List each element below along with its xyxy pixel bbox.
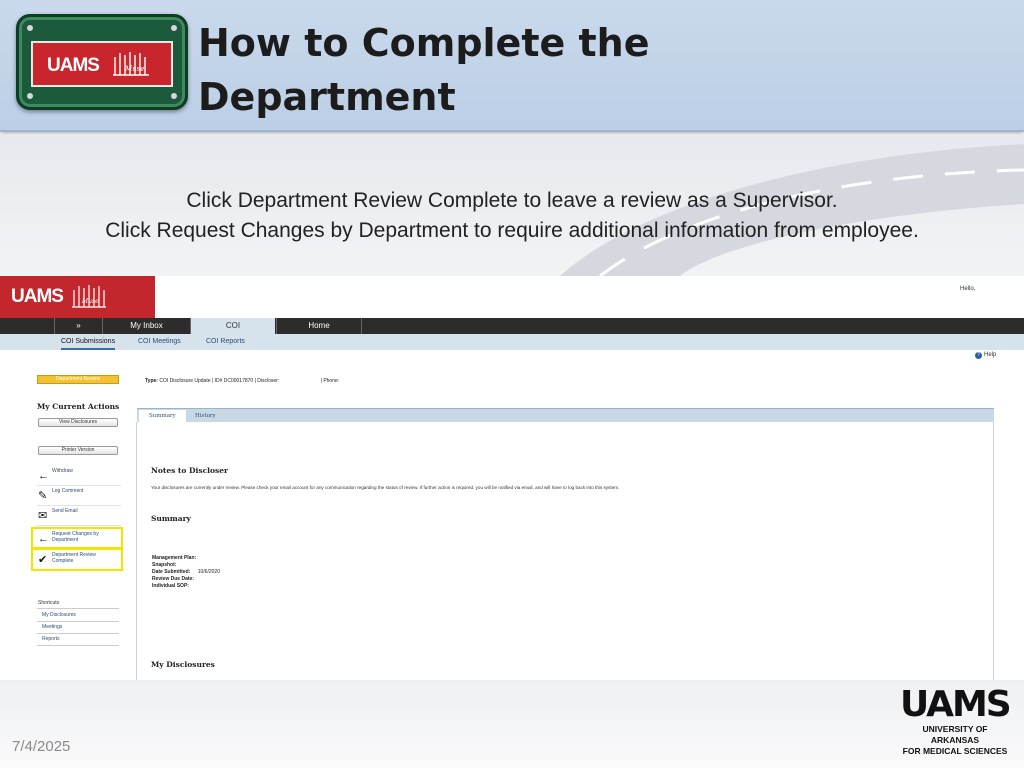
highlight-department-review xyxy=(31,548,123,571)
nav-expand-button[interactable]: » xyxy=(54,318,102,334)
main-content: Type: COI Disclosure Update | ID# DC0001… xyxy=(136,350,996,680)
nav-home[interactable]: Home xyxy=(276,318,361,334)
left-action-panel: Department Review My Current Actions Vie… xyxy=(26,350,131,680)
uams-logo-sub1: UNIVERSITY OF ARKANSAS xyxy=(922,724,988,745)
send-email-label: Send Email xyxy=(52,508,78,514)
app-top-bar: UAMS Muse Hello, xyxy=(0,276,1024,318)
field-date-submitted: Date Submitted: 10/6/2020 xyxy=(152,569,220,575)
caption-line1: Click Department Review Complete to leav… xyxy=(186,189,838,212)
individual-sop-label: Individual SOP: xyxy=(152,583,189,589)
hello-greeting: Hello, xyxy=(960,286,976,292)
shortcuts-heading: Shortcuts xyxy=(38,600,60,606)
shortcut-my-disclosures[interactable]: My Disclosures xyxy=(42,612,76,618)
arrow-left-icon: ← xyxy=(38,470,49,482)
app-logo-muse: Muse xyxy=(81,298,99,305)
send-email-action[interactable]: ✉ Send Email xyxy=(37,506,121,526)
summary-heading: Summary xyxy=(151,514,191,523)
sub-navbar: COI Submissions COI Meetings COI Reports xyxy=(0,334,1024,350)
slide-title-line1: How to Complete the Department xyxy=(198,21,650,119)
app-logo[interactable]: UAMS Muse xyxy=(0,276,155,318)
uams-muse-badge-logo: UAMS Muse xyxy=(16,14,188,110)
nav-coi[interactable]: COI xyxy=(190,318,275,334)
app-screenshot: UAMS Muse Hello, » My Inbox COI Home COI… xyxy=(0,276,1024,680)
notes-to-discloser-heading: Notes to Discloser xyxy=(151,466,228,475)
log-comment-label: Log Comment xyxy=(52,488,84,494)
main-navbar: » My Inbox COI Home xyxy=(0,318,1024,334)
shortcuts-divider xyxy=(37,608,119,609)
view-disclosures-button[interactable]: View Disclosures xyxy=(38,418,118,427)
notes-to-discloser-text: Your disclosures are currently under rev… xyxy=(151,485,620,490)
nav-my-inbox[interactable]: My Inbox xyxy=(102,318,190,334)
phone-label: | Phone: xyxy=(320,378,340,384)
field-snapshot: Snapshot: xyxy=(152,562,176,568)
organ-pipes-icon: Muse xyxy=(72,285,106,308)
app-logo-text: UAMS xyxy=(11,286,64,307)
withdraw-action[interactable]: ← Withdraw xyxy=(37,466,121,486)
type-value: COI Disclosure Update | ID# DC00017870 |… xyxy=(159,378,280,384)
field-individual-sop: Individual SOP: xyxy=(152,583,189,589)
caption-line2: Click Request Changes by Department to r… xyxy=(105,219,919,242)
organ-pipes-icon: Muse xyxy=(113,52,149,76)
shortcuts-divider xyxy=(37,621,119,622)
subnav-coi-meetings[interactable]: COI Meetings xyxy=(138,334,181,350)
uams-logo-word: UAMS xyxy=(900,684,1012,725)
my-disclosures-heading: My Disclosures xyxy=(151,660,215,669)
snapshot-label: Snapshot: xyxy=(152,562,177,568)
slide-footer: 7/4/2025 UAMS UNIVERSITY OF ARKANSAS FOR… xyxy=(0,680,1024,768)
type-label: Type: xyxy=(145,378,158,384)
slide-date: 7/4/2025 xyxy=(12,738,71,755)
shortcut-meetings[interactable]: Meetings xyxy=(42,624,62,630)
review-due-date-label: Review Due Date: xyxy=(152,576,194,582)
tab-bar: Summary History xyxy=(137,408,994,423)
disclosure-type-line: Type: COI Disclosure Update | ID# DC0001… xyxy=(145,378,339,384)
date-submitted-value: 10/6/2020 xyxy=(197,569,220,575)
subnav-coi-submissions[interactable]: COI Submissions xyxy=(61,334,116,350)
field-management-plan: Management Plan: xyxy=(152,555,196,561)
badge-muse-text: Muse xyxy=(124,65,144,73)
uams-logo: UAMS UNIVERSITY OF ARKANSAS FOR MEDICAL … xyxy=(900,684,1012,757)
management-plan-label: Management Plan: xyxy=(152,555,197,561)
my-current-actions-heading: My Current Actions xyxy=(37,402,120,411)
slide-header: UAMS Muse How to Complete the Department… xyxy=(0,0,1024,173)
nav-divider xyxy=(361,318,362,334)
badge-uams-text: UAMS xyxy=(47,55,100,76)
summary-panel: Notes to Discloser Your disclosures are … xyxy=(136,422,994,680)
instruction-caption: Click Department Review Complete to leav… xyxy=(0,186,1024,246)
highlight-request-changes xyxy=(31,527,123,549)
shortcuts-divider xyxy=(37,645,119,646)
subnav-coi-reports[interactable]: COI Reports xyxy=(206,334,245,350)
date-submitted-label: Date Submitted: xyxy=(152,569,191,575)
shortcuts-divider xyxy=(37,633,119,634)
field-review-due-date: Review Due Date: xyxy=(152,576,194,582)
pencil-icon: ✎ xyxy=(38,490,48,502)
withdraw-label: Withdraw xyxy=(52,468,73,474)
uams-logo-sub2: FOR MEDICAL SCIENCES xyxy=(902,746,1008,756)
envelope-icon: ✉ xyxy=(38,510,48,522)
shortcut-reports[interactable]: Reports xyxy=(42,636,60,642)
log-comment-action[interactable]: ✎ Log Comment xyxy=(37,486,121,506)
printer-version-button[interactable]: Printer Version xyxy=(38,446,118,455)
status-badge: Department Review xyxy=(37,375,119,384)
